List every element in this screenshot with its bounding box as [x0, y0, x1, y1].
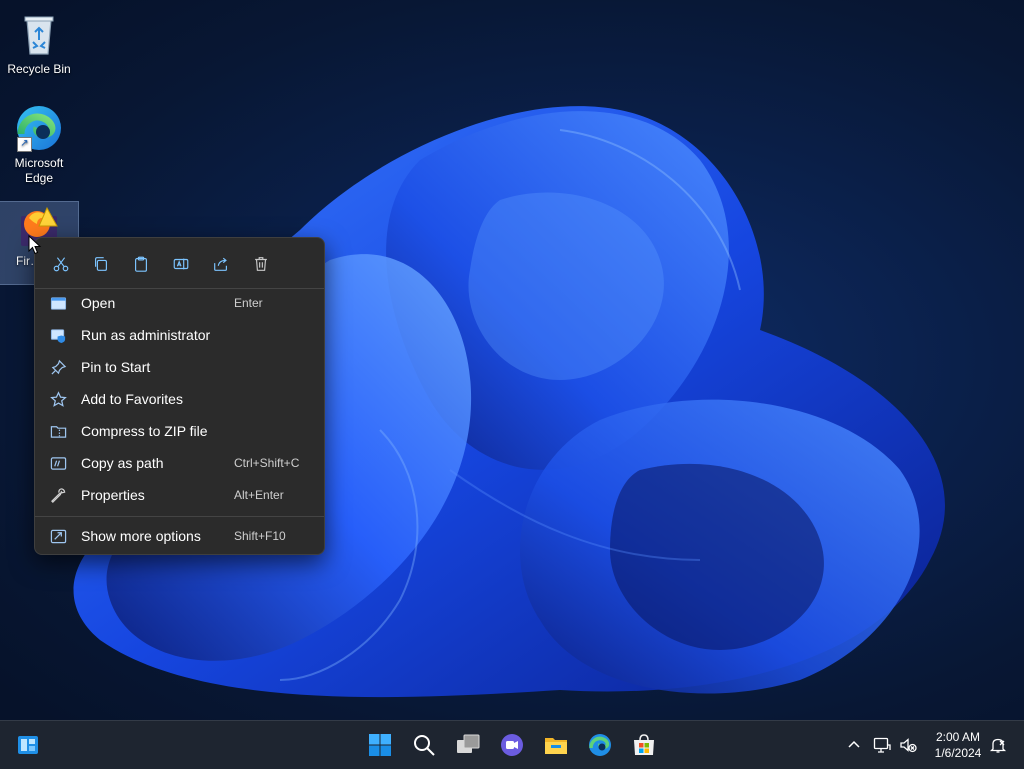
network-icon — [873, 737, 891, 753]
trash-icon — [255, 257, 267, 271]
menu-item-open[interactable]: Open Enter — [39, 288, 320, 318]
search-button[interactable] — [408, 729, 440, 761]
more-options-icon — [50, 529, 66, 543]
context-menu-toolbar — [45, 248, 285, 280]
clock-date: 1/6/2024 — [934, 746, 982, 760]
share-icon — [214, 257, 227, 271]
menu-item-show-more-options[interactable]: Show more options Shift+F10 — [39, 521, 320, 551]
desktop-icon-recycle-bin[interactable]: Recycle Bin — [0, 10, 78, 77]
context-menu: Open Enter Run as administrator Pin to S… — [34, 237, 325, 555]
zip-folder-icon — [50, 425, 66, 438]
file-explorer-button[interactable] — [540, 729, 572, 761]
widgets-icon — [18, 736, 38, 754]
shield-icon — [50, 328, 65, 343]
search-icon — [414, 735, 435, 756]
menu-item-run-as-administrator[interactable]: Run as administrator — [39, 320, 320, 350]
chat-icon — [501, 734, 523, 756]
edge-icon — [589, 734, 611, 756]
desktop-icon-microsoft-edge[interactable]: ↗ Microsoft Edge — [0, 104, 78, 186]
clock-time: 2:00 AM — [935, 730, 981, 744]
delete-button[interactable] — [245, 248, 277, 280]
volume-muted-icon — [900, 738, 917, 753]
shortcut-arrow-icon: ↗ — [17, 137, 32, 152]
paste-button[interactable] — [125, 248, 157, 280]
rename-button[interactable] — [165, 248, 197, 280]
start-icon — [369, 734, 391, 756]
edge-icon: ↗ — [15, 104, 63, 152]
show-hidden-icons-button[interactable] — [844, 735, 864, 755]
file-explorer-icon — [545, 738, 567, 754]
store-button[interactable] — [628, 729, 660, 761]
taskbar-clock[interactable]: 2:00 AM 1/6/2024 — [924, 729, 992, 761]
paste-icon — [135, 256, 147, 272]
start-button[interactable] — [364, 729, 396, 761]
path-icon — [50, 456, 66, 470]
chevron-up-icon — [848, 740, 860, 748]
task-view-icon — [457, 734, 480, 753]
copy-icon — [95, 257, 107, 271]
recycle-bin-icon — [15, 10, 63, 58]
menu-item-pin-to-start[interactable]: Pin to Start — [39, 352, 320, 382]
desktop[interactable]: Recycle Bin ↗ Microsoft Edge Fir… Open E… — [0, 0, 1024, 720]
menu-item-add-to-favorites[interactable]: Add to Favorites — [39, 384, 320, 414]
star-icon — [49, 390, 67, 407]
volume-button[interactable] — [898, 735, 918, 755]
notification-icon — [989, 738, 1007, 753]
menu-item-copy-as-path[interactable]: Copy as path Ctrl+Shift+C — [39, 448, 320, 478]
widgets-button[interactable] — [12, 729, 44, 761]
mouse-cursor-icon — [28, 235, 42, 255]
cut-button[interactable] — [45, 248, 77, 280]
store-icon — [634, 734, 654, 755]
desktop-icon-label: Recycle Bin — [7, 62, 71, 76]
notification-button[interactable] — [988, 735, 1008, 755]
menu-item-compress-to-zip[interactable]: Compress to ZIP file — [39, 416, 320, 446]
edge-taskbar-button[interactable] — [584, 729, 616, 761]
share-button[interactable] — [205, 248, 237, 280]
menu-item-properties[interactable]: Properties Alt+Enter — [39, 480, 320, 510]
scissors-icon — [53, 257, 69, 272]
desktop-icon-label: Microsoft Edge — [14, 156, 64, 185]
chat-button[interactable] — [496, 729, 528, 761]
wrench-icon — [50, 487, 65, 503]
network-button[interactable] — [872, 735, 892, 755]
menu-separator — [35, 516, 324, 517]
open-icon — [50, 296, 66, 310]
taskbar: 2:00 AM 1/6/2024 — [0, 720, 1024, 769]
task-view-button[interactable] — [452, 729, 484, 761]
copy-button[interactable] — [85, 248, 117, 280]
rename-icon — [173, 258, 189, 270]
pin-icon — [50, 359, 66, 375]
